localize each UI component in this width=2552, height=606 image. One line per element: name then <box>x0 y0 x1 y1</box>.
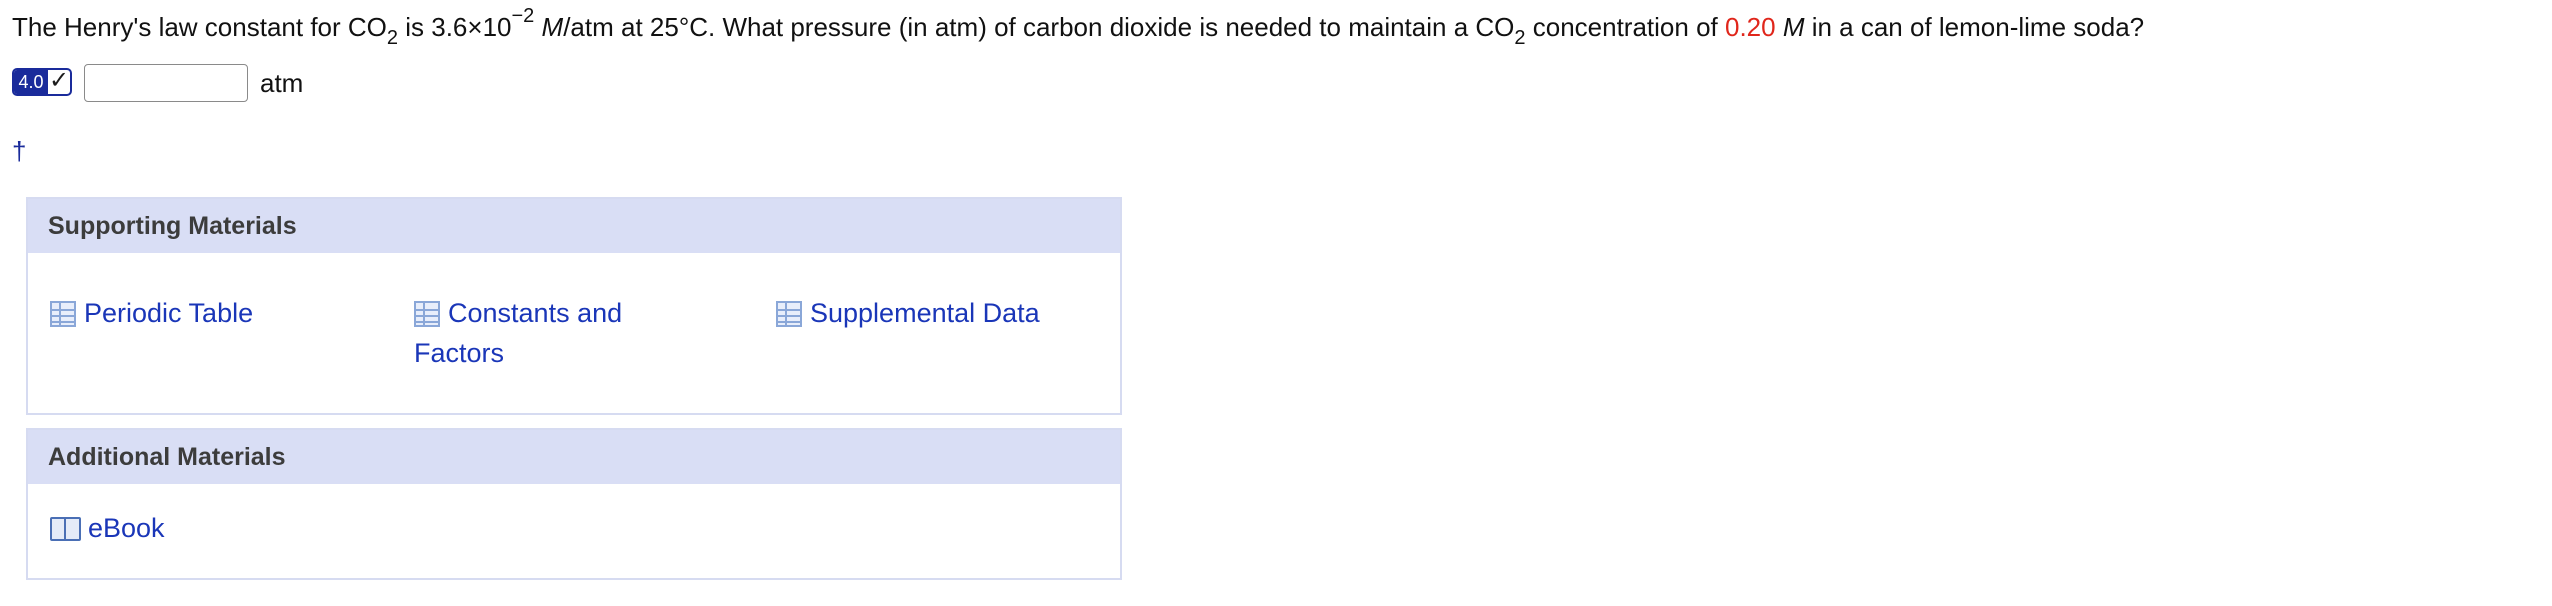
panel-title: Supporting Materials <box>28 199 1120 253</box>
table-icon <box>50 301 76 327</box>
link-label: Supplemental Data <box>810 298 1040 328</box>
check-icon: ✓ <box>48 67 70 94</box>
supplemental-data-link[interactable]: Supplemental Data <box>776 293 1040 333</box>
table-icon <box>414 301 440 327</box>
link-label: Factors <box>414 338 505 368</box>
question-part: concentration of <box>1525 12 1725 42</box>
superscript: −2 <box>511 5 535 27</box>
constants-and-factors-link[interactable]: Constants and Factors <box>414 293 622 373</box>
question-part: /atm at 25°C. What pressure (in atm) of … <box>563 12 1515 42</box>
answer-input[interactable] <box>84 64 248 102</box>
question-part: is 3.6×10 <box>398 12 512 42</box>
link-label: eBook <box>88 513 165 543</box>
periodic-table-link[interactable]: Periodic Table <box>50 293 253 333</box>
supporting-materials-panel: Supporting Materials Periodic Table Cons… <box>26 197 1122 415</box>
additional-materials-panel: Additional Materials eBook <box>26 428 1122 580</box>
table-icon <box>776 301 802 327</box>
question-part: in a can of lemon-lime soda? <box>1804 12 2145 42</box>
link-label: Periodic Table <box>84 298 254 328</box>
score-points: 4.0 <box>14 70 48 94</box>
panel-title: Additional Materials <box>28 430 1120 484</box>
molarity-unit: M <box>534 12 564 42</box>
unit-label: atm <box>260 68 304 98</box>
book-icon <box>50 515 81 541</box>
highlighted-value: 0.20 <box>1724 12 1776 42</box>
dagger-icon[interactable]: † <box>12 136 26 167</box>
question-part: The Henry's law constant for CO <box>12 12 387 42</box>
score-badge: 4.0 ✓ <box>12 68 72 96</box>
ebook-link[interactable]: eBook <box>50 508 165 548</box>
subscript: 2 <box>386 27 399 49</box>
subscript: 2 <box>1514 27 1526 49</box>
molarity-unit: M <box>1775 12 1805 42</box>
question-text: The Henry's law constant for CO2 is 3.6×… <box>12 6 2145 48</box>
link-label: Constants and <box>448 298 623 328</box>
